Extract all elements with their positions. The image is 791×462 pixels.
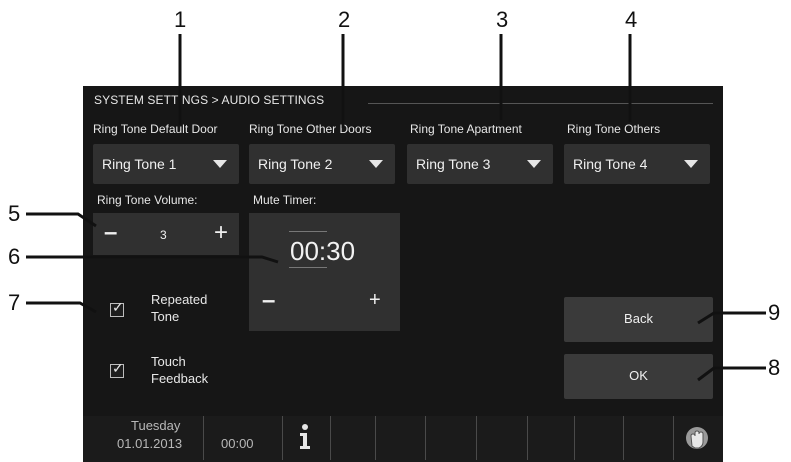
dropdown-value: Ring Tone 3 — [416, 156, 491, 172]
status-separator — [673, 416, 674, 460]
mute-timer-label: Mute Timer: — [253, 193, 317, 207]
info-icon[interactable] — [297, 423, 313, 451]
dropdown-value: Ring Tone 4 — [573, 156, 648, 172]
touch-feedback-checkbox[interactable]: ✓ — [110, 360, 124, 378]
status-day: Tuesday — [131, 418, 181, 433]
status-separator — [425, 416, 426, 460]
callout-1: 1 — [174, 7, 187, 32]
back-button[interactable]: Back — [564, 297, 713, 342]
ringtone-other-doors-dropdown[interactable]: Ring Tone 2 — [249, 144, 395, 184]
triangle-down-icon — [684, 160, 698, 168]
status-separator — [203, 416, 204, 460]
repeated-tone-label: Repeated Tone — [151, 291, 207, 325]
triangle-down-icon — [527, 160, 541, 168]
callout-9: 9 — [768, 300, 781, 325]
back-button-label: Back — [624, 311, 653, 326]
status-bar: Tuesday 01.01.2013 00:00 — [83, 416, 723, 462]
triangle-down-icon — [369, 160, 383, 168]
status-date: 01.01.2013 — [117, 436, 183, 451]
dropdown-value: Ring Tone 1 — [102, 156, 177, 172]
mute-timer-panel: 00:30 – + — [249, 213, 400, 331]
breadcrumb: SYSTEM SETTINGS > AUDIO SETTINGS — [94, 93, 325, 107]
ringtone-others-label: Ring Tone Others — [567, 122, 661, 136]
checkbox-checked-icon: ✓ — [112, 360, 124, 376]
volume-decrease-button[interactable]: – — [104, 219, 117, 247]
ringtone-apartment-label: Ring Tone Apartment — [410, 122, 522, 136]
ringtone-apartment-dropdown[interactable]: Ring Tone 3 — [407, 144, 553, 184]
triangle-down-icon — [213, 160, 227, 168]
callout-2: 2 — [338, 7, 351, 32]
status-separator — [375, 416, 376, 460]
ringtone-default-door-dropdown[interactable]: Ring Tone 1 — [93, 144, 239, 184]
ringtone-other-doors-label: Ring Tone Other Doors — [249, 122, 372, 136]
status-separator — [574, 416, 575, 460]
mute-timer-increase-button[interactable]: + — [369, 289, 381, 312]
ringtone-others-dropdown[interactable]: Ring Tone 4 — [564, 144, 710, 184]
callout-7: 7 — [8, 290, 21, 315]
callout-8: 8 — [768, 355, 781, 380]
callout-5: 5 — [8, 201, 21, 226]
volume-increase-button[interactable]: + — [214, 219, 228, 247]
checkbox-checked-icon: ✓ — [112, 299, 124, 315]
status-time: 00:00 — [221, 436, 254, 451]
touch-feedback-label: Touch Feedback — [151, 353, 208, 387]
status-separator — [623, 416, 624, 460]
status-separator — [282, 416, 283, 460]
touch-feedback-label-line2: Feedback — [151, 371, 209, 386]
ringtone-volume-stepper: – 3 + — [93, 213, 239, 255]
ok-button-label: OK — [629, 368, 648, 383]
repeated-tone-label-line1: Repeated — [151, 292, 208, 307]
ok-button[interactable]: OK — [564, 354, 713, 399]
mute-timer-decrease-button[interactable]: – — [262, 287, 275, 315]
audio-settings-screen: SYSTEM SETTINGS > AUDIO SETTINGS Ring To… — [83, 86, 723, 462]
callout-4: 4 — [625, 7, 638, 32]
dropdown-value: Ring Tone 2 — [258, 156, 333, 172]
repeated-tone-label-line2: Tone — [151, 309, 180, 324]
mute-timer-value: 00:30 — [290, 236, 356, 266]
touch-feedback-label-line1: Touch — [151, 354, 186, 369]
ringtone-default-door-label: Ring Tone Default Door — [93, 122, 218, 136]
volume-value: 3 — [160, 228, 167, 242]
timer-bottom-line — [289, 267, 327, 268]
callout-6: 6 — [8, 244, 21, 269]
header-divider — [368, 103, 713, 104]
status-separator — [476, 416, 477, 460]
ringtone-volume-label: Ring Tone Volume: — [97, 193, 198, 207]
status-separator — [527, 416, 528, 460]
repeated-tone-checkbox[interactable]: ✓ — [110, 299, 124, 317]
timer-top-line — [289, 231, 327, 232]
hand-icon[interactable] — [683, 424, 711, 452]
callout-3: 3 — [496, 7, 509, 32]
status-separator — [330, 416, 331, 460]
